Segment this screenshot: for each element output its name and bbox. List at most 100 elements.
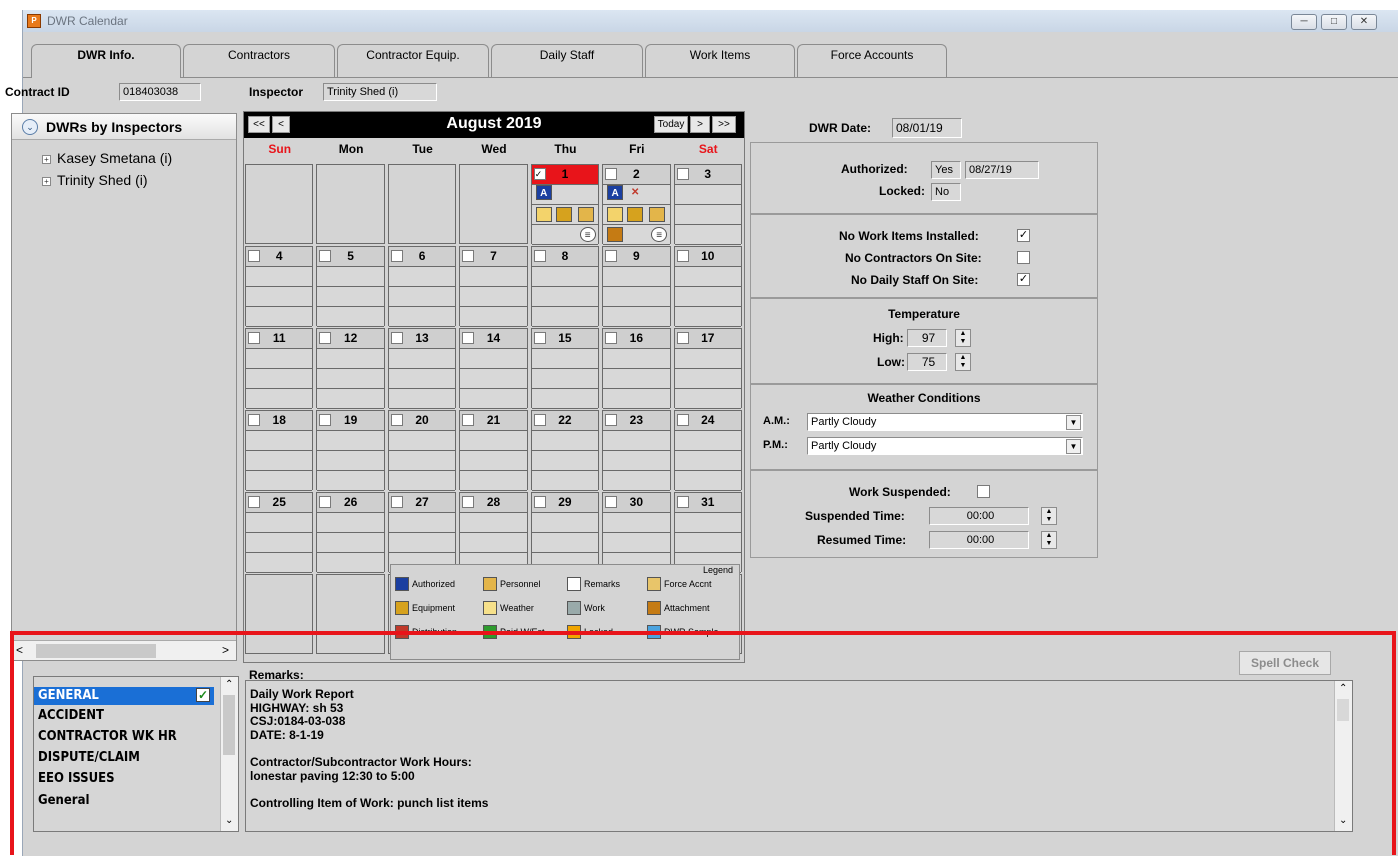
calendar-day-16[interactable]: 16 (602, 328, 671, 409)
suspended-time-field[interactable]: 00:00 (929, 507, 1029, 525)
chevron-down-icon[interactable]: ▼ (1066, 415, 1081, 430)
day-checkbox[interactable] (390, 496, 403, 508)
day-checkbox[interactable] (605, 332, 618, 344)
scroll-thumb[interactable] (1337, 699, 1349, 721)
calendar-day-22[interactable]: 22 (530, 410, 600, 491)
day-checkbox[interactable] (676, 332, 689, 344)
no-contractors-checkbox[interactable] (1017, 251, 1030, 264)
no-daily-staff-checkbox[interactable]: ✓ (1017, 273, 1030, 286)
close-button[interactable]: ✕ (1351, 14, 1377, 30)
calendar-day-4[interactable]: 4 (245, 246, 314, 327)
day-checkbox[interactable] (533, 250, 546, 262)
calendar-day-18[interactable]: 18 (245, 410, 314, 491)
prev-month-button[interactable]: < (272, 116, 290, 133)
calendar-day-28[interactable]: 28 (459, 492, 528, 573)
chevron-down-icon[interactable]: ▼ (1066, 439, 1081, 454)
calendar-day-30[interactable]: 30 (602, 492, 671, 573)
day-checkbox[interactable] (533, 496, 546, 508)
tree-hscrollbar[interactable]: < > (12, 640, 236, 660)
calendar-day-11[interactable]: 11 (245, 328, 314, 409)
calendar-day-3[interactable]: 3 (673, 164, 742, 245)
calendar-day-9[interactable]: 9 (602, 246, 671, 327)
tab-daily-staff[interactable]: Daily Staff (491, 44, 643, 78)
calendar-day-23[interactable]: 23 (602, 410, 671, 491)
calendar-day-13[interactable]: 13 (387, 328, 457, 409)
scroll-down-arrow-icon[interactable]: ⌄ (225, 815, 233, 826)
day-checkbox[interactable] (248, 332, 260, 344)
calendar-day-29[interactable]: 29 (530, 492, 600, 573)
day-checkbox[interactable] (676, 168, 689, 180)
calendar-day-14[interactable]: 14 (459, 328, 528, 409)
next-year-button[interactable]: >> (712, 116, 736, 133)
calendar-day-20[interactable]: 20 (387, 410, 457, 491)
scroll-left-arrow-icon[interactable]: < (16, 643, 23, 657)
spell-check-button[interactable]: Spell Check (1239, 651, 1331, 675)
calendar-day-8[interactable]: 8 (530, 246, 600, 327)
day-checkbox[interactable] (462, 250, 475, 262)
scroll-up-arrow-icon[interactable]: ⌃ (1339, 683, 1347, 694)
day-checkbox[interactable] (319, 250, 332, 262)
calendar-day-6[interactable]: 6 (387, 246, 457, 327)
next-month-button[interactable]: > (690, 116, 710, 133)
day-checkbox[interactable] (605, 496, 618, 508)
day-checkbox[interactable] (533, 414, 546, 426)
calendar-day-27[interactable]: 27 (387, 492, 457, 573)
calendar-day-31[interactable]: 31 (673, 492, 742, 573)
category-contractor-wk-hr[interactable]: CONTRACTOR WK HR (38, 729, 177, 744)
day-checkbox[interactable] (390, 250, 403, 262)
calendar-day-26[interactable]: 26 (316, 492, 385, 573)
day-checkbox[interactable] (248, 250, 260, 262)
work-suspended-checkbox[interactable] (977, 485, 990, 498)
day-checkbox[interactable] (533, 332, 546, 344)
collapse-chevron-icon[interactable]: ⌄ (22, 119, 38, 135)
prev-year-button[interactable]: << (248, 116, 270, 133)
category-general-2[interactable]: General (38, 793, 89, 808)
tab-contractor-equip[interactable]: Contractor Equip. (337, 44, 489, 78)
day-checkbox[interactable] (319, 332, 332, 344)
scroll-up-arrow-icon[interactable]: ⌃ (225, 679, 233, 690)
day-checkbox[interactable] (605, 250, 618, 262)
dwr-date-field[interactable]: 08/01/19 (892, 118, 962, 138)
day-checkbox[interactable] (319, 496, 332, 508)
temperature-high-field[interactable]: 97 (907, 329, 947, 347)
category-accident[interactable]: ACCIDENT (38, 708, 104, 723)
remarks-category-list[interactable]: GENERAL ✓ ACCIDENT CONTRACTOR WK HR DISP… (33, 676, 239, 832)
day-checkbox[interactable] (605, 414, 618, 426)
minimize-button[interactable]: ─ (1291, 14, 1317, 30)
day-checkbox[interactable] (676, 496, 689, 508)
day-checkbox[interactable] (676, 414, 689, 426)
calendar-day-12[interactable]: 12 (316, 328, 385, 409)
tree-item-kasey[interactable]: + Kasey Smetana (i) (42, 150, 172, 166)
restore-button[interactable]: □ (1321, 14, 1347, 30)
calendar-day-7[interactable]: 7 (459, 246, 528, 327)
day-checkbox[interactable] (462, 332, 475, 344)
calendar-day-24[interactable]: 24 (673, 410, 742, 491)
tree-item-trinity[interactable]: + Trinity Shed (i) (42, 172, 148, 188)
calendar-day-2[interactable]: 2 A ≡ ✕ (602, 164, 671, 245)
tab-work-items[interactable]: Work Items (645, 44, 795, 78)
inspector-field[interactable]: Trinity Shed (i) (323, 83, 437, 101)
scroll-down-arrow-icon[interactable]: ⌄ (1339, 815, 1347, 826)
calendar-day-1[interactable]: 1 ✓ A ≡ (530, 164, 600, 245)
day-checkbox[interactable] (248, 414, 260, 426)
calendar-day-21[interactable]: 21 (459, 410, 528, 491)
category-dispute-claim[interactable]: DISPUTE/CLAIM (38, 750, 140, 765)
day-checkbox[interactable] (462, 414, 475, 426)
calendar-day-10[interactable]: 10 (673, 246, 742, 327)
day-checkbox[interactable] (605, 168, 618, 180)
tab-dwr-info[interactable]: DWR Info. (31, 44, 181, 78)
category-general[interactable]: GENERAL (38, 688, 99, 703)
category-scrollbar[interactable]: ⌃ ⌄ (220, 677, 238, 831)
temperature-high-spinner[interactable]: ▲ ▼ (955, 329, 971, 347)
scroll-right-arrow-icon[interactable]: > (222, 643, 229, 657)
temperature-low-spinner[interactable]: ▲ ▼ (955, 353, 971, 371)
temperature-low-field[interactable]: 75 (907, 353, 947, 371)
weather-pm-select[interactable]: Partly Cloudy ▼ (807, 437, 1083, 455)
tab-contractors[interactable]: Contractors (183, 44, 335, 78)
contract-id-field[interactable]: 018403038 (119, 83, 201, 101)
calendar-day-15[interactable]: 15 (530, 328, 600, 409)
calendar-day-5[interactable]: 5 (316, 246, 385, 327)
remarks-scrollbar[interactable]: ⌃ ⌄ (1334, 681, 1352, 831)
remarks-text-area[interactable]: Daily Work Report HIGHWAY: sh 53 CSJ:0184-… (245, 680, 1353, 832)
weather-am-select[interactable]: Partly Cloudy ▼ (807, 413, 1083, 431)
